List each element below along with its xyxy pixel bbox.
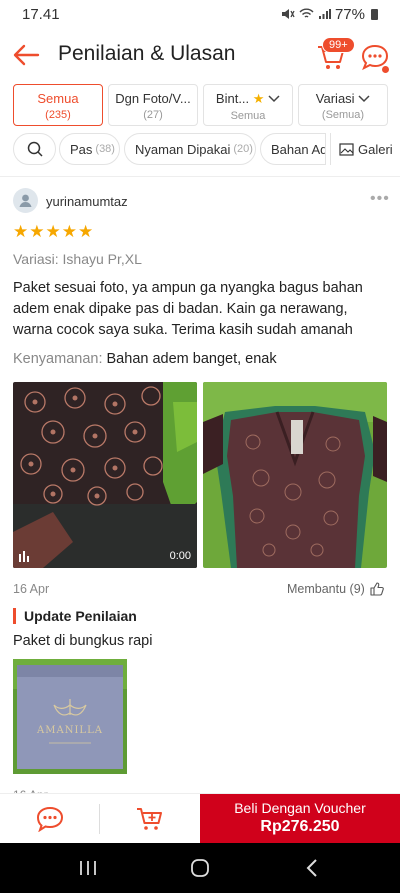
thumbs-up-icon [370,582,384,596]
status-time: 17.41 [22,5,60,23]
video-icon [19,550,29,562]
tab-label: Variasi [315,91,355,106]
chevron-down-icon [268,95,280,103]
chip-count: (38) [95,143,115,155]
kaftan-photo [203,382,387,568]
comfort-label: Kenyamanan: [13,351,103,367]
fabric-photo [13,382,197,568]
tab-count: (27) [143,109,163,121]
home-icon [191,859,209,877]
chip-bahan-adem[interactable]: Bahan Ad [260,133,326,165]
review-video-thumbnail[interactable]: 0:00 [13,382,197,568]
add-to-cart-button[interactable] [100,794,200,844]
reviewer-username[interactable]: yurinamumtaz [46,194,128,209]
user-icon [19,194,32,207]
tab-count: (235) [45,109,71,121]
tab-label: Semua [37,91,79,106]
review-photo[interactable] [203,382,387,568]
review-text-line: Paket sesuai foto, ya ampun ga nyangka b… [13,280,363,296]
system-navigation-bar [0,843,400,893]
helpful-label: Membantu (9) [287,582,365,596]
chip-count: (20) [233,143,253,155]
tab-label: Dgn Foto/V... [115,91,191,106]
app-header: Penilaian & Ulasan 99+ [0,28,400,82]
status-bar: 17.41 77% [0,0,400,28]
galeri-label: Galeri [358,141,393,157]
back-arrow-icon[interactable] [12,41,40,69]
star-icon: ★ [61,222,77,241]
video-duration: 0:00 [169,550,191,562]
review-variant: Variasi: Ishayu Pr,XL [13,251,142,267]
comfort-value: Bahan adem banget, enak [106,351,277,367]
cart-count-badge: 99+ [322,37,355,53]
chip-pas[interactable]: Pas (38) [59,133,120,165]
chat-notification-dot [382,66,389,73]
divider [0,176,400,177]
recent-apps-icon [80,861,96,875]
star-icon: ★ [13,222,29,241]
wifi-icon [299,8,314,18]
review-text-line: adem enak dipake pas di badan. Kain ga n… [13,301,348,317]
tab-variasi[interactable]: Variasi (Semua) [298,84,388,126]
chip-label: Pas [70,141,93,157]
package-photo: AMANILLA [13,659,127,774]
video-overlay: 0:00 [13,544,197,568]
chip-label: Bahan Ad [271,141,326,157]
search-icon [27,141,43,157]
helpful-button[interactable]: Membantu (9) [287,582,384,596]
update-review-title: Update Penilaian [13,608,137,624]
galeri-button[interactable]: Galeri [330,133,393,165]
more-options-icon[interactable]: ••• [370,190,390,208]
image-gallery-icon [339,142,354,156]
bottom-action-bar: Beli Dengan Voucher Rp276.250 [0,793,400,844]
recent-apps-button[interactable] [48,843,128,893]
update-review-text: Paket di bungkus rapi [13,633,153,649]
battery-percent: 77% [334,5,365,23]
review-text-line: warna cocok saya suka. Terima kasih suda… [13,322,353,338]
signal-icon [318,9,331,19]
package-brand-text: AMANILLA [36,725,103,736]
tab-count: (Semua) [321,109,365,121]
search-chip[interactable] [13,133,56,165]
back-chevron-icon [306,859,317,877]
tab-count: Semua [230,110,266,122]
avatar[interactable] [13,188,38,213]
buy-label: Beli Dengan Voucher [234,800,366,816]
star-icon: ★ [252,91,265,106]
tab-bintang[interactable]: Bint... ★ Semua [203,84,293,126]
keyword-chips: Pas (38) Nyaman Dipakai (20) Bahan Ad Ga… [0,133,400,167]
update-review-photo[interactable]: AMANILLA [13,659,127,774]
tab-label: Bint... [215,91,250,106]
tab-semua[interactable]: Semua (235) [13,84,103,126]
buy-with-voucher-button[interactable]: Beli Dengan Voucher Rp276.250 [200,794,400,844]
filter-tabs: Semua (235) Dgn Foto/V... (27) Bint... ★… [0,84,400,128]
battery-icon [371,8,378,20]
back-button[interactable] [272,843,352,893]
mute-icon [281,9,295,19]
review-date: 16 Apr [13,582,50,596]
chat-seller-button[interactable] [0,794,100,844]
star-icon: ★ [78,222,94,241]
chip-nyaman-dipakai[interactable]: Nyaman Dipakai (20) [124,133,256,165]
chip-label: Nyaman Dipakai [135,141,231,157]
add-to-cart-icon [137,808,162,830]
tab-photo-video[interactable]: Dgn Foto/V... (27) [108,84,198,126]
star-icon: ★ [29,222,45,241]
page-title: Penilaian & Ulasan [58,42,236,65]
chat-icon [36,806,64,832]
review-text: Paket sesuai foto, ya ampun ga nyangka b… [13,278,389,341]
chevron-down-icon [358,95,370,103]
star-icon: ★ [45,222,61,241]
home-button[interactable] [160,843,240,893]
comfort-attribute: Kenyamanan: Bahan adem banget, enak [13,351,277,367]
rating-stars: ★ ★ ★ ★ ★ [13,222,93,242]
status-icons: 77% [281,6,378,23]
buy-price: Rp276.250 [260,818,340,835]
